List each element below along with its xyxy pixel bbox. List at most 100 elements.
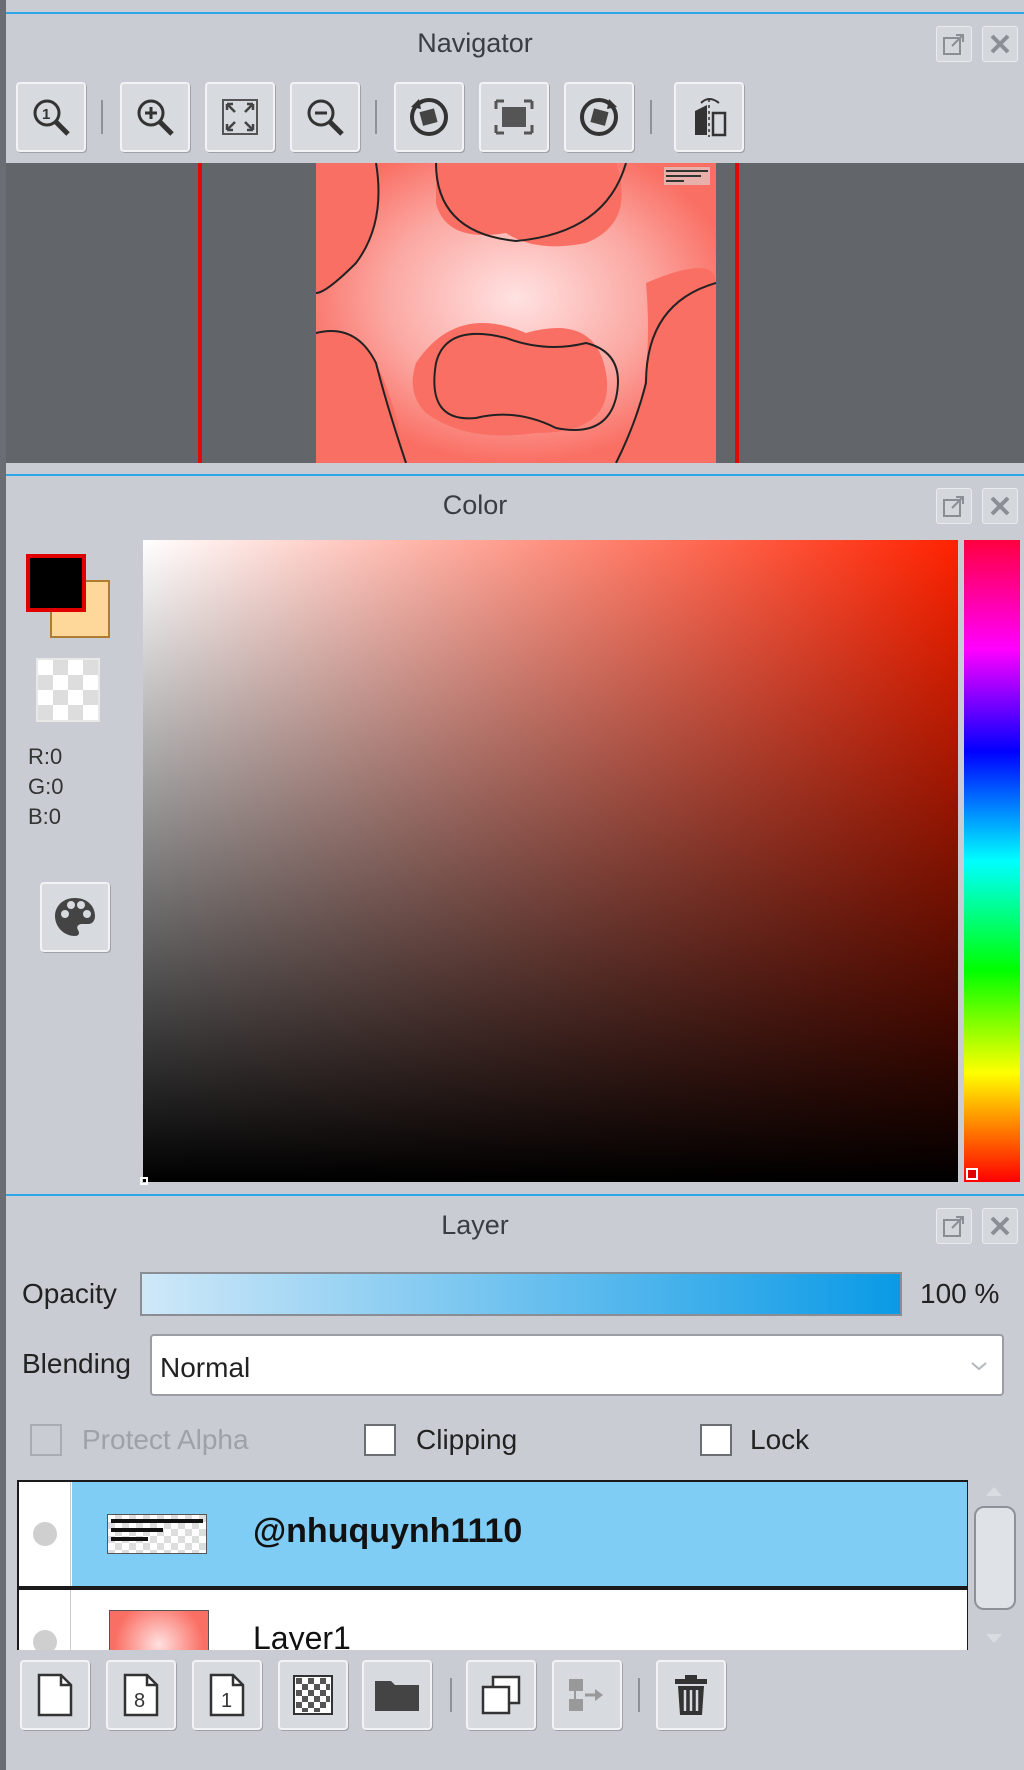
opacity-value: 100 % [920,1278,1000,1309]
rotate-right-button[interactable] [564,82,634,152]
sv-cursor [140,1177,148,1185]
layer-title: Layer [441,1210,509,1240]
folder-icon [375,1681,419,1711]
toolbar-separator [450,1678,452,1712]
popout-icon [943,1216,964,1237]
layer-visibility-toggle[interactable] [19,1482,71,1586]
view-frame-left [198,163,202,463]
lock-checkbox[interactable] [700,1424,732,1456]
close-icon [990,34,1010,54]
layer-name: @nhuquynh1110 [253,1512,523,1550]
saturation-value-picker[interactable] [140,540,958,1185]
scroll-down-icon [986,1634,1002,1643]
new-layer-icon [37,1673,73,1717]
color-palette-button[interactable] [40,882,110,952]
new-folder-button[interactable] [362,1660,432,1730]
popout-icon [943,34,964,55]
merge-down-icon [569,1679,603,1711]
watermark-text-thumbnail [111,1519,203,1541]
blending-label: Blending [22,1348,131,1379]
blending-value: Normal [160,1352,251,1383]
float-panel-button[interactable] [936,26,972,62]
svg-text:1: 1 [42,106,50,123]
zoom-in-button[interactable] [120,82,190,152]
toolbar-separator [638,1678,640,1712]
color-title: Color [442,490,508,520]
close-panel-button[interactable] [982,1208,1018,1244]
merge-down-button[interactable] [552,1660,622,1730]
navigator-title: Navigator [417,28,533,58]
layer-list: @nhuquynh1110 Layer1 [6,1478,1024,1660]
close-panel-button[interactable] [982,488,1018,524]
scrollbar-thumb[interactable] [974,1506,1016,1610]
view-frame-right [735,163,739,463]
color-panel: Color R:0 G:0 B:0 [6,474,1024,1186]
toolbar-separator [101,100,103,134]
toolbar-separator [375,100,377,134]
layer-row[interactable]: @nhuquynh1110 [17,1480,969,1588]
new-1bit-layer-button[interactable]: 1 [192,1660,262,1730]
reset-view-button[interactable] [479,82,549,152]
new-layer-button[interactable] [20,1660,90,1730]
navigator-header: Navigator [6,12,1024,70]
layer-header: Layer [6,1194,1024,1252]
blending-select[interactable]: Normal [150,1334,1004,1396]
float-panel-button[interactable] [936,1208,972,1244]
opacity-fill [142,1274,900,1314]
delete-layer-button[interactable] [656,1660,726,1730]
close-panel-button[interactable] [982,26,1018,62]
new-8bit-layer-icon: 8 [123,1673,159,1717]
new-halftone-layer-button[interactable] [278,1660,348,1730]
fit-to-window-button[interactable] [205,82,275,152]
rotate-right-icon [580,98,618,136]
opacity-slider[interactable] [140,1272,902,1316]
scroll-up-icon [986,1487,1002,1496]
protect-alpha-checkbox[interactable] [30,1424,62,1456]
new-1bit-layer-icon: 1 [209,1673,245,1717]
clipping-label: Clipping [416,1424,518,1455]
hue-cursor [966,1168,978,1180]
close-icon [990,496,1010,516]
layer-thumbnail [107,1514,207,1554]
blue-value-label: B:0 [28,804,62,829]
layer-scrollbar[interactable] [968,1478,1020,1660]
clipping-checkbox[interactable] [364,1424,396,1456]
navigator-preview[interactable] [6,163,1024,463]
zoom-actual-icon: 1 [33,99,70,136]
zoom-out-button[interactable] [290,82,360,152]
red-value-label: R:0 [28,744,63,769]
chevron-down-icon [971,1362,987,1371]
svg-text:1: 1 [221,1690,232,1712]
lock-label: Lock [750,1424,810,1455]
close-icon [990,1216,1010,1236]
new-halftone-layer-icon [293,1675,333,1715]
flip-horizontal-icon [695,98,727,137]
foreground-color-swatch[interactable] [26,554,86,612]
popout-icon [943,496,964,517]
canvas-thumbnail [316,163,716,463]
duplicate-layer-button[interactable] [466,1660,536,1730]
zoom-out-icon [307,99,344,136]
transparent-color-swatch[interactable] [36,658,100,722]
palette-icon [55,898,95,936]
svg-text:8: 8 [134,1690,145,1712]
rotate-left-icon [410,98,448,136]
duplicate-layer-icon [481,1675,521,1715]
float-panel-button[interactable] [936,488,972,524]
eye-dot-icon [33,1522,57,1546]
hue-slider[interactable] [964,540,1020,1182]
fit-to-window-icon [222,99,258,135]
color-header: Color [6,474,1024,532]
trash-icon [675,1675,707,1715]
new-8bit-layer-button[interactable]: 8 [106,1660,176,1730]
rotate-left-button[interactable] [394,82,464,152]
zoom-in-icon [137,99,174,136]
app: Navigator 1 Color R:0 G:0 B:0 Layer Opac… [0,0,1024,1770]
opacity-label: Opacity [22,1278,117,1309]
zoom-actual-button[interactable]: 1 [16,82,86,152]
flip-horizontal-button[interactable] [674,82,744,152]
green-value-label: G:0 [28,774,64,799]
reset-view-icon [494,99,534,135]
toolbar-separator [650,100,652,134]
protect-alpha-label: Protect Alpha [82,1424,249,1455]
